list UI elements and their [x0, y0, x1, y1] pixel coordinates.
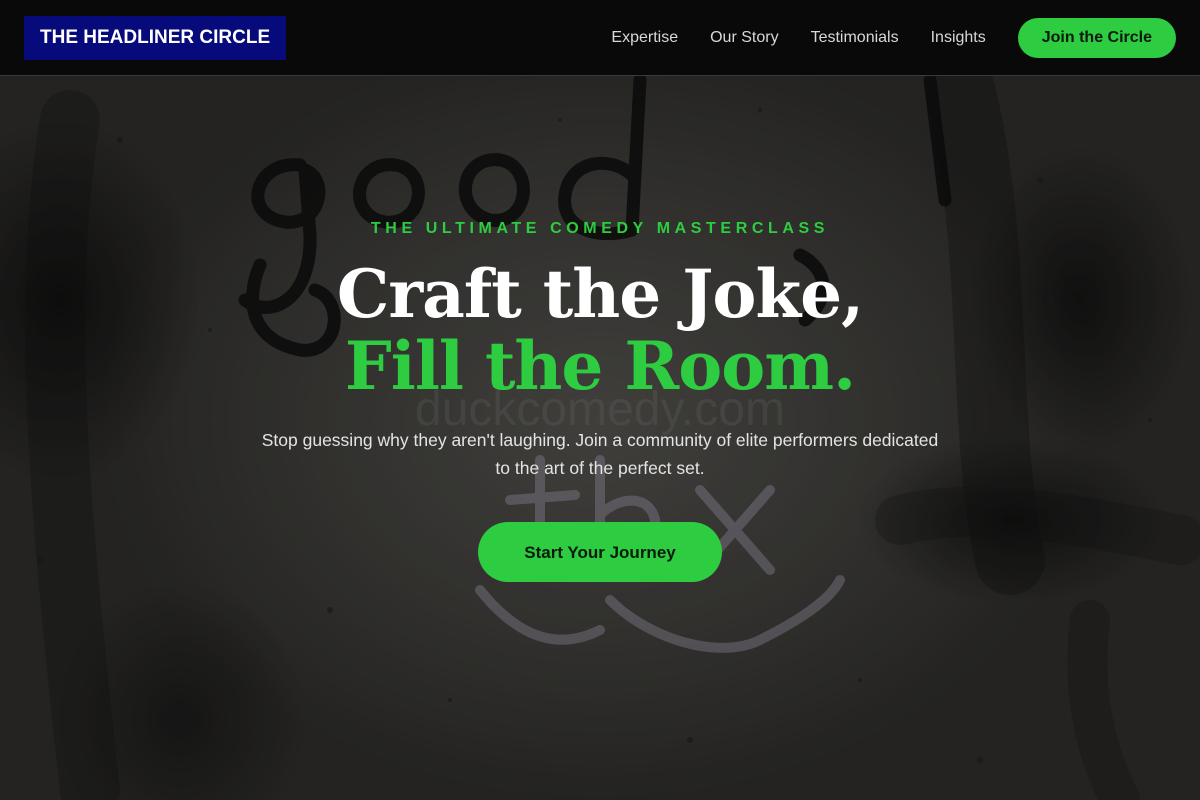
start-journey-button[interactable]: Start Your Journey	[478, 522, 722, 582]
nav-link-testimonials[interactable]: Testimonials	[811, 29, 899, 47]
hero-headline: Craft the Joke, Fill the Room.	[0, 258, 1200, 402]
hero-headline-line1: Craft the Joke,	[336, 255, 864, 333]
hero-eyebrow: THE ULTIMATE COMEDY MASTERCLASS	[370, 220, 830, 237]
nav-link-our-story[interactable]: Our Story	[710, 29, 778, 47]
landing-page: duckcomedy.com THE HEADLINER CIRCLE Expe…	[0, 0, 1200, 800]
nav-link-insights[interactable]: Insights	[931, 29, 986, 47]
site-logo[interactable]: THE HEADLINER CIRCLE	[24, 16, 287, 60]
site-header: THE HEADLINER CIRCLE Expertise Our Story…	[0, 0, 1200, 76]
hero-headline-line2: Fill the Room.	[344, 327, 856, 405]
hero-subtitle: Stop guessing why they aren't laughing. …	[261, 430, 939, 478]
nav-link-expertise[interactable]: Expertise	[611, 29, 678, 47]
join-circle-button[interactable]: Join the Circle	[1017, 18, 1176, 58]
main-nav: Expertise Our Story Testimonials Insight…	[611, 18, 1176, 58]
